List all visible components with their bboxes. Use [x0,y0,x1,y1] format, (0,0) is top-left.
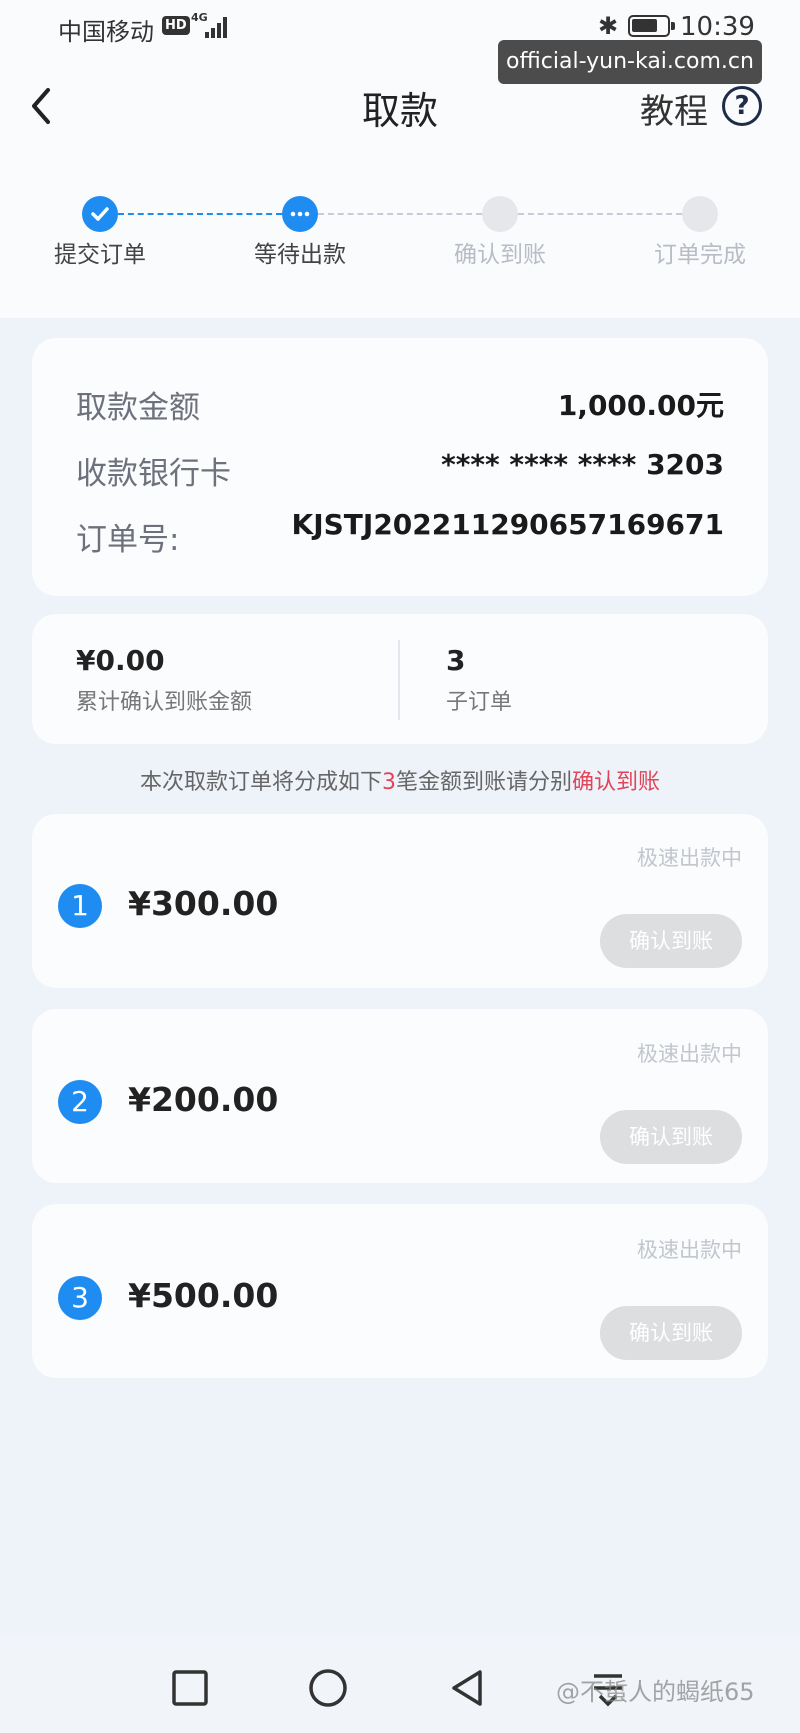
confirm-received-button[interactable]: 确认到账 [600,1110,742,1164]
help-icon[interactable]: ? [722,86,762,126]
amount-value: 1,000.00元 [557,389,724,422]
clock: 10:39 [680,12,755,42]
step-pending-dot [682,196,718,232]
sub-order-status: 极速出款中 [637,846,742,870]
sub-order-index-badge: 3 [58,1276,102,1320]
author-watermark: @不蜇人的蝎纸65 [556,1678,755,1706]
order-number-value: KJSTJ20221129065716967​1 [291,508,724,541]
sub-order-index-badge: 2 [58,1080,102,1124]
step-label: 确认到账 [454,242,546,268]
carrier-name: 中国移动 [58,18,154,46]
step-label: 等待出款 [254,242,346,268]
sub-order-status: 极速出款中 [637,1238,742,1262]
sub-order-amount: ¥200.00 [128,1080,279,1119]
url-watermark: official-yun-kai.com.cn [498,40,762,84]
sub-order-amount: ¥300.00 [128,884,279,923]
step-done-check-icon [82,196,118,232]
split-notice: 本次取款订单将分成如下3笔金额到账请分别确认到账 [139,770,661,795]
home-icon[interactable] [306,1666,350,1710]
confirm-received-button[interactable]: 确认到账 [600,914,742,968]
sub-order-status: 极速出款中 [637,1042,742,1066]
battery-icon [628,15,675,37]
back-triangle-icon[interactable] [446,1666,490,1710]
recent-apps-icon[interactable] [168,1666,212,1710]
step-label: 订单完成 [654,242,746,268]
amount-label: 取款金额 [76,390,200,426]
step-label: 提交订单 [54,242,146,268]
order-number-label: 订单号: [76,522,180,558]
step-connector [318,213,482,215]
confirmed-amount-value: ¥0.00 [76,644,165,677]
summary-card [32,614,768,744]
step-pending-dot [482,196,518,232]
sub-order-count-label: 子订单 [446,690,513,715]
sub-order-count-value: 3 [446,644,466,677]
divider [398,640,400,720]
bluetooth-icon: ✱ [598,12,619,40]
bank-card-value: **** **** **** 3203 [441,448,724,481]
tutorial-link[interactable]: 教程 [640,84,708,133]
confirmed-amount-label: 累计确认到账金额 [76,690,253,715]
step-in-progress-icon [282,196,318,232]
bank-card-label: 收款银行卡 [76,456,231,492]
sub-order-index-badge: 1 [58,884,102,928]
step-connector [518,213,682,215]
signal-icon [205,16,231,38]
confirm-received-button[interactable]: 确认到账 [600,1306,742,1360]
step-connector [118,213,282,215]
sub-order-amount: ¥500.00 [128,1276,279,1315]
hd-badge: HD [162,16,190,35]
